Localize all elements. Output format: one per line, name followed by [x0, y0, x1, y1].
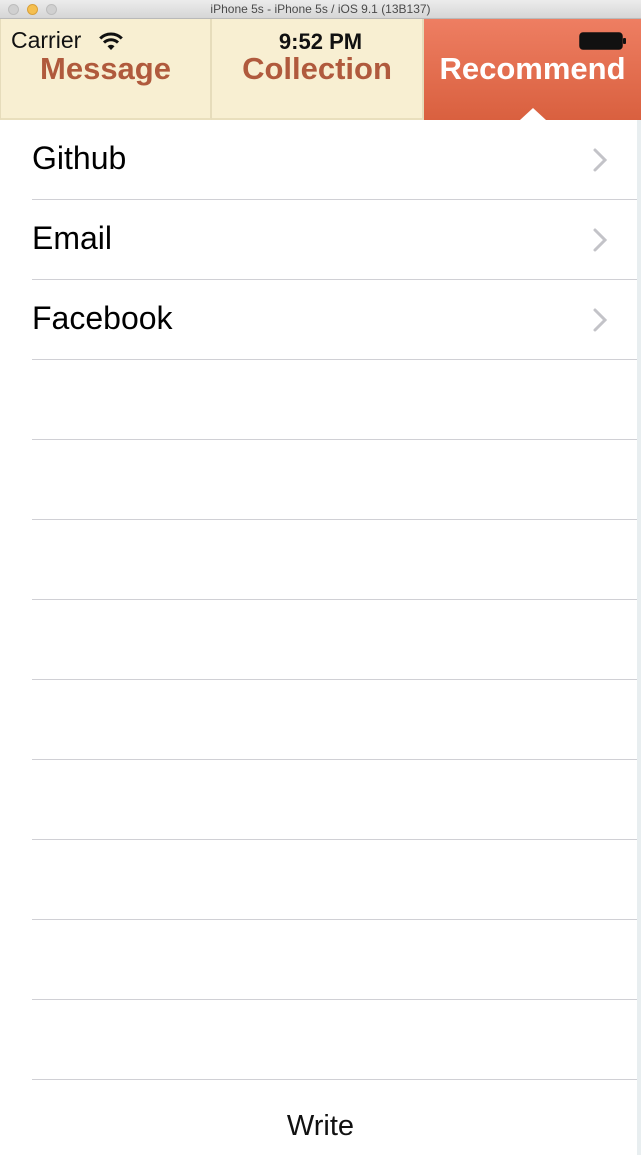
chevron-right-icon	[593, 228, 608, 252]
chevron-right-icon	[593, 148, 608, 172]
empty-row	[32, 600, 637, 680]
write-button[interactable]: Write	[0, 1110, 641, 1143]
tab-message-label: Message	[40, 51, 171, 86]
list-item-label: Email	[32, 220, 113, 256]
empty-row	[32, 840, 637, 920]
list-item-label: Github	[32, 140, 127, 176]
list-item-email[interactable]: Email	[32, 200, 637, 280]
empty-row	[32, 680, 637, 760]
tab-collection-label: Collection	[242, 51, 392, 86]
list-item-label: Facebook	[32, 300, 173, 336]
empty-row	[32, 440, 637, 520]
empty-row	[32, 760, 637, 840]
empty-row	[32, 920, 637, 1000]
list-item-github[interactable]: Github	[32, 120, 637, 200]
tab-recommend-label: Recommend	[439, 51, 626, 86]
window-title-bar: iPhone 5s - iPhone 5s / iOS 9.1 (13B137)	[0, 0, 641, 19]
selected-tab-pointer	[520, 108, 546, 120]
empty-row	[32, 1000, 637, 1080]
empty-row	[32, 360, 637, 440]
status-time: 9:52 PM	[278, 29, 363, 54]
window-edge	[637, 120, 641, 1155]
empty-row	[32, 520, 637, 600]
chevron-right-icon	[593, 308, 608, 332]
window-title: iPhone 5s - iPhone 5s / iOS 9.1 (13B137)	[210, 2, 431, 16]
list-item-facebook[interactable]: Facebook	[32, 280, 637, 360]
battery-icon	[579, 32, 626, 50]
